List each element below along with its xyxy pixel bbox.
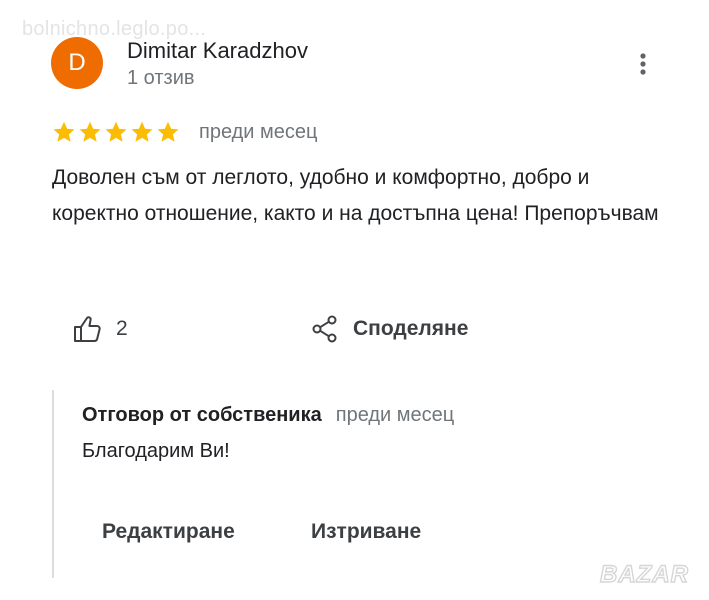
star-icon: [79, 121, 101, 142]
thumb-up-icon: [74, 316, 101, 342]
share-label: Споделяне: [353, 317, 469, 340]
reply-divider: [52, 390, 54, 578]
review-count: 1 отзив: [127, 67, 195, 89]
more-vert-icon: [640, 53, 646, 75]
watermark-logo: BAZAR: [599, 560, 689, 588]
owner-reply-header: Отговор от собственика преди месец: [82, 404, 454, 427]
delete-reply-button[interactable]: Изтриване: [311, 520, 421, 544]
avatar[interactable]: D: [51, 37, 103, 89]
more-options-button[interactable]: [630, 50, 656, 78]
avatar-letter: D: [68, 49, 86, 76]
star-icon: [105, 121, 127, 142]
review-time: преди месец: [199, 121, 318, 143]
share-button[interactable]: Споделяне: [311, 315, 468, 343]
like-button[interactable]: 2: [72, 315, 128, 343]
share-icon: [312, 315, 337, 343]
star-icon: [53, 121, 75, 142]
like-count: 2: [116, 317, 128, 340]
star-rating: [52, 120, 180, 144]
owner-reply-time: преди месец: [335, 404, 455, 426]
review-text: Доволен съм от леглото, удобно и комфорт…: [52, 166, 659, 225]
edit-reply-button[interactable]: Редактиране: [102, 520, 235, 544]
star-icon: [131, 121, 153, 142]
star-icon: [157, 121, 179, 142]
svg-text:BAZAR: BAZAR: [600, 561, 689, 588]
owner-reply-text: Благодарим Ви!: [82, 440, 230, 462]
owner-reply-label: Отговор от собственика: [82, 404, 322, 426]
author-name[interactable]: Dimitar Karadzhov: [127, 38, 308, 64]
